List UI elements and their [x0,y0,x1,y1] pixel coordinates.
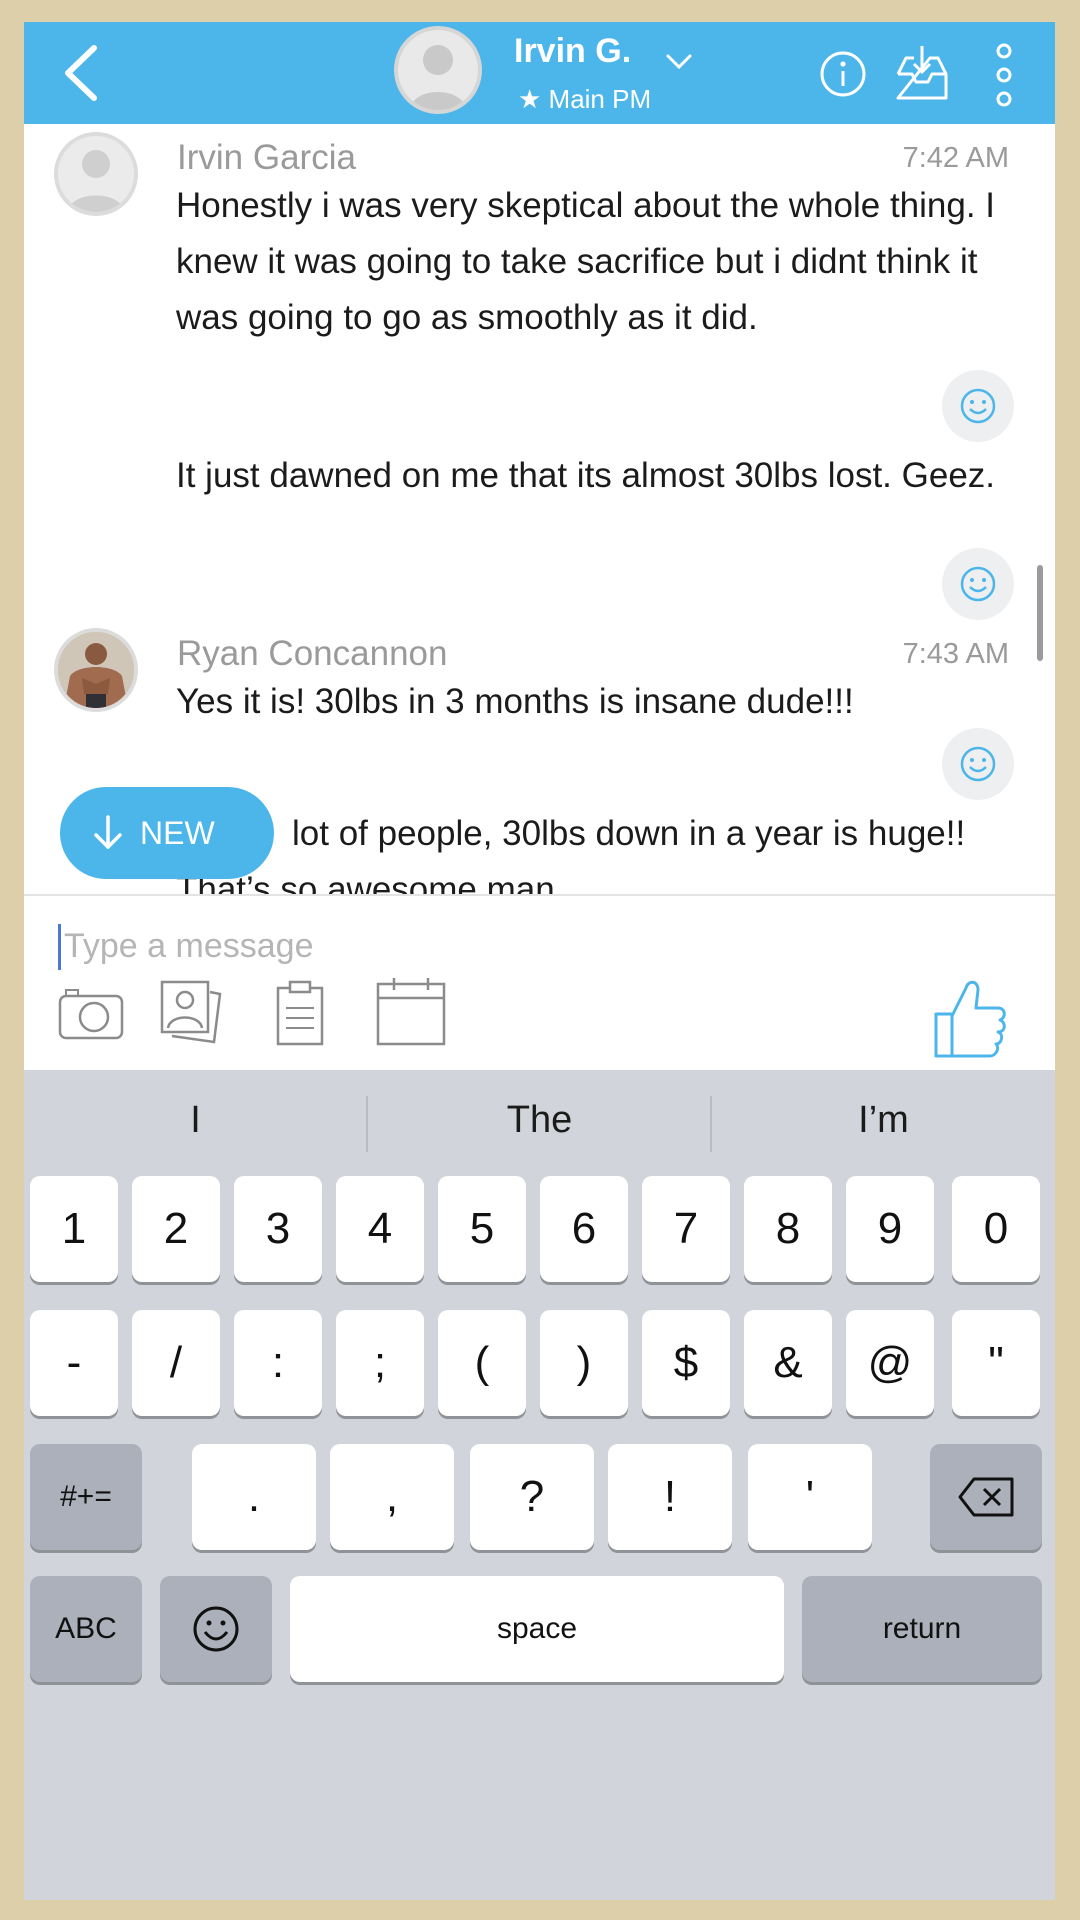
return-key[interactable]: return [802,1576,1042,1682]
key-comma[interactable]: , [330,1444,454,1550]
key-question[interactable]: ? [470,1444,594,1550]
person-icon [68,150,124,212]
key-3[interactable]: 3 [234,1176,322,1282]
key-ampersand[interactable]: & [744,1310,832,1416]
key-apostrophe[interactable]: ' [748,1444,872,1550]
key-6[interactable]: 6 [540,1176,628,1282]
key-9[interactable]: 9 [846,1176,934,1282]
smiley-icon [960,566,996,602]
more-options-icon[interactable] [992,42,1016,108]
key-close-paren[interactable]: ) [540,1310,628,1416]
key-semicolon[interactable]: ; [336,1310,424,1416]
key-at[interactable]: @ [846,1310,934,1416]
message-list[interactable]: Irvin Garcia 7:42 AM Honestly i was very… [24,124,1055,894]
emoji-icon [193,1606,239,1652]
key-period[interactable]: . [192,1444,316,1550]
key-2[interactable]: 2 [132,1176,220,1282]
key-hyphen[interactable]: - [30,1310,118,1416]
key-1[interactable]: 1 [30,1176,118,1282]
contact-avatar[interactable] [394,26,482,114]
chat-header: Irvin G. ★ Main PM [24,22,1055,124]
symbols-key[interactable]: #+= [30,1444,142,1550]
new-label: NEW [140,814,215,851]
keyboard: I The I’m 1 2 3 4 5 6 7 8 9 0 - / : ; ( … [24,1070,1055,1900]
arrow-down-icon [94,815,122,849]
suggestion-3[interactable]: I’m [712,1070,1055,1170]
divider [24,894,1055,896]
smiley-icon [960,388,996,424]
key-quote[interactable]: " [952,1310,1040,1416]
sender-name: Ryan Concannon [177,634,448,673]
key-0[interactable]: 0 [952,1176,1040,1282]
camera-icon[interactable] [58,986,124,1040]
reaction-button[interactable] [942,370,1014,442]
key-open-paren[interactable]: ( [438,1310,526,1416]
message-input[interactable] [64,920,764,972]
scrollbar[interactable] [1037,565,1043,661]
sender-name: Irvin Garcia [177,138,356,177]
document-icon[interactable] [276,980,324,1046]
key-4[interactable]: 4 [336,1176,424,1282]
contact-subtitle: ★ Main PM [518,84,652,114]
new-messages-button[interactable]: NEW [60,787,274,879]
delete-key[interactable] [930,1444,1042,1550]
chevron-down-icon[interactable] [664,50,694,74]
message-text: Honestly i was very skeptical about the … [176,186,996,337]
key-slash[interactable]: / [132,1310,220,1416]
key-8[interactable]: 8 [744,1176,832,1282]
message-text: It just dawned on me that its almost 30l… [176,456,996,495]
calendar-icon[interactable] [376,976,446,1046]
reaction-button[interactable] [942,728,1014,800]
smiley-icon [960,746,996,782]
suggestion-1[interactable]: I [24,1070,367,1170]
thumbs-up-icon[interactable] [932,976,1008,1060]
app-screen: Irvin G. ★ Main PM Irvin Garcia 7:42 AM … [24,22,1055,1900]
key-colon[interactable]: : [234,1310,322,1416]
sender-avatar[interactable] [54,132,138,216]
space-key[interactable]: space [290,1576,784,1682]
key-exclamation[interactable]: ! [608,1444,732,1550]
key-5[interactable]: 5 [438,1176,526,1282]
back-arrow-icon[interactable] [56,42,116,104]
backspace-icon [958,1477,1014,1517]
abc-key[interactable]: ABC [30,1576,142,1682]
sender-avatar[interactable] [54,628,138,712]
person-icon [410,45,466,110]
message-time: 7:43 AM [902,638,1009,670]
profile-photo [58,632,134,708]
contact-name[interactable]: Irvin G. [514,32,631,71]
message-text: lot of people, 30lbs down in a year is h… [176,814,966,894]
key-7[interactable]: 7 [642,1176,730,1282]
reaction-button[interactable] [942,548,1014,620]
text-cursor [58,924,61,970]
inbox-download-icon[interactable] [892,44,952,102]
info-icon[interactable] [819,50,867,98]
suggestion-2[interactable]: The [368,1070,711,1170]
message-text: Yes it is! 30lbs in 3 months is insane d… [176,682,854,721]
photo-gallery-icon[interactable] [160,980,222,1044]
emoji-key[interactable] [160,1576,272,1682]
message-time: 7:42 AM [902,142,1009,174]
key-dollar[interactable]: $ [642,1310,730,1416]
